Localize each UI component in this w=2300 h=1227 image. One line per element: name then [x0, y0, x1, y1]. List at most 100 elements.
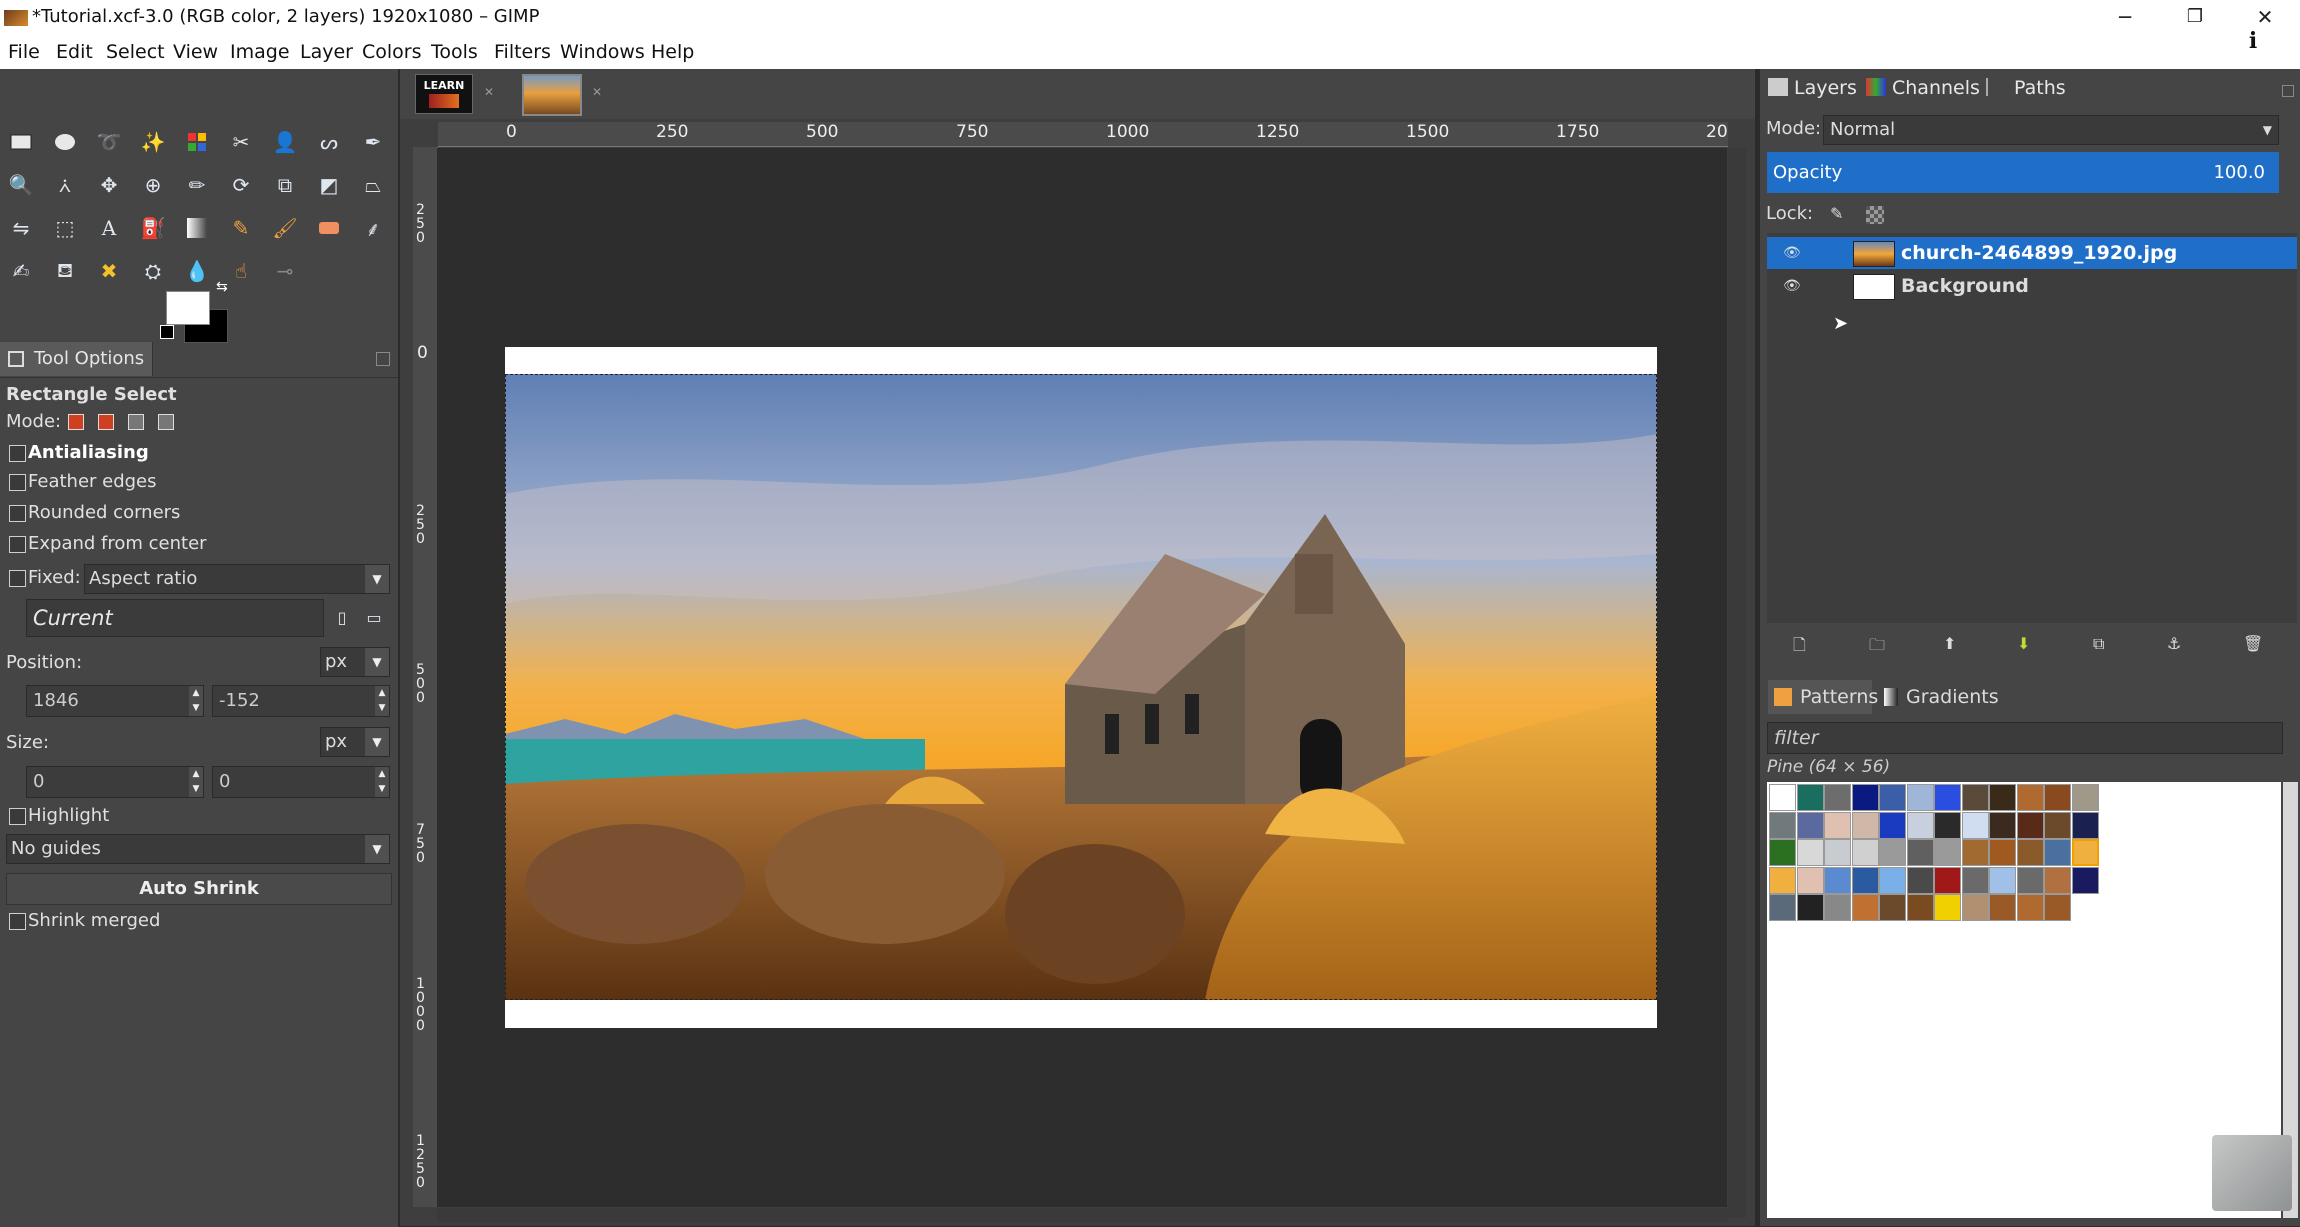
scissors-icon[interactable]: ✂	[226, 127, 256, 157]
foreground-color-swatch[interactable]	[166, 291, 210, 325]
pattern-swatch[interactable]	[1961, 839, 1989, 866]
fg-bg-colors[interactable]: ⇆	[160, 279, 250, 349]
bucket-fill-icon[interactable]: ⛽	[138, 213, 168, 243]
info-button[interactable]: i	[2237, 28, 2269, 60]
layer-row-background[interactable]: 👁 Background	[1767, 270, 2297, 302]
rect-select-icon[interactable]	[6, 127, 36, 157]
position-y-input[interactable]: -152 ▲ ▼	[212, 685, 390, 717]
restore-button[interactable]: ❐	[2160, 0, 2230, 36]
pattern-swatch[interactable]	[1824, 894, 1851, 921]
antialiasing-checkbox[interactable]	[9, 445, 26, 462]
zoom-icon[interactable]: 🔍	[6, 170, 36, 200]
pattern-swatch[interactable]	[1879, 784, 1906, 811]
menu-edit[interactable]: Edit	[56, 41, 93, 63]
pattern-swatch[interactable]	[1879, 894, 1906, 921]
flip-icon[interactable]: ⇋	[6, 213, 36, 243]
eye-icon[interactable]: 👁	[1783, 270, 1801, 302]
pattern-swatch[interactable]	[2071, 839, 2099, 866]
color-picker-icon[interactable]: ✒	[358, 127, 388, 157]
mode-intersect-icon[interactable]	[158, 414, 174, 430]
align-icon[interactable]: ⊕	[138, 170, 168, 200]
pattern-swatch[interactable]	[2044, 866, 2071, 894]
swap-colors-icon[interactable]: ⇆	[216, 279, 228, 295]
pattern-swatch[interactable]	[1769, 866, 1796, 894]
reset-colors-icon[interactable]	[160, 325, 174, 339]
menu-colors[interactable]: Colors	[362, 41, 422, 63]
pattern-swatch[interactable]	[1989, 784, 2016, 811]
tab-paths[interactable]: Paths	[1986, 77, 2066, 109]
lock-alpha-icon[interactable]	[1866, 206, 1884, 224]
pattern-swatch[interactable]	[1769, 894, 1796, 921]
pattern-swatch[interactable]	[1796, 811, 1824, 839]
pattern-swatch[interactable]	[1796, 894, 1824, 921]
pattern-swatch[interactable]	[1961, 811, 1989, 839]
fuzzy-select-icon[interactable]: ✨	[138, 127, 168, 157]
mode-add-icon[interactable]	[98, 414, 114, 430]
tab-gradients[interactable]: Gradients	[1878, 680, 1999, 714]
portrait-icon[interactable]: ▯	[328, 603, 356, 631]
highlight-checkbox[interactable]	[9, 808, 26, 825]
spin-arrows-icon[interactable]: ▲ ▼	[189, 686, 203, 716]
pattern-swatch[interactable]	[1879, 866, 1906, 894]
pattern-swatch[interactable]	[1824, 839, 1851, 866]
new-layer-icon[interactable]: 🗋	[1793, 634, 1806, 661]
pattern-swatch[interactable]	[2016, 866, 2044, 894]
pattern-swatch[interactable]	[1851, 784, 1879, 811]
minimize-button[interactable]: ─	[2090, 0, 2160, 36]
pattern-swatch[interactable]	[1769, 784, 1796, 811]
layer-row-church[interactable]: 👁 church-2464899_1920.jpg	[1767, 237, 2297, 269]
pattern-swatch[interactable]	[1906, 784, 1934, 811]
horizontal-ruler[interactable]: 0 250 500 750 1000 1250 1500 1750 20	[438, 122, 1728, 147]
rounded-corners-checkbox[interactable]	[9, 505, 26, 522]
pattern-swatch[interactable]	[1906, 866, 1934, 894]
pattern-swatch[interactable]	[1961, 866, 1989, 894]
pattern-swatch[interactable]	[1769, 839, 1796, 866]
pattern-filter-input[interactable]: filter	[1767, 722, 2283, 754]
duplicate-layer-icon[interactable]: ⧉	[2093, 634, 2104, 654]
position-x-input[interactable]: 1846 ▲ ▼	[26, 685, 204, 717]
pattern-swatch[interactable]	[1879, 839, 1906, 866]
menu-image[interactable]: Image	[230, 41, 290, 63]
fixed-mode-dropdown[interactable]: Aspect ratio ▼	[84, 564, 390, 594]
pattern-swatch[interactable]	[2071, 811, 2099, 839]
cage-transform-icon[interactable]: ⬚	[50, 213, 80, 243]
shrink-merged-checkbox[interactable]	[9, 913, 26, 930]
pattern-swatch[interactable]	[1851, 811, 1879, 839]
menu-help[interactable]: Help	[651, 41, 694, 63]
pattern-swatch[interactable]	[1934, 811, 1961, 839]
pattern-swatch[interactable]	[1851, 894, 1879, 921]
image-tab-learn[interactable]: LEARN	[415, 74, 473, 114]
pattern-swatch[interactable]	[2016, 784, 2044, 811]
tab-channels[interactable]: Channels	[1866, 77, 1980, 109]
pattern-swatch[interactable]	[2016, 839, 2044, 866]
expand-center-checkbox[interactable]	[9, 536, 26, 553]
pattern-swatch[interactable]	[1796, 866, 1824, 894]
lock-pixels-icon[interactable]: ✎	[1830, 204, 1843, 223]
fixed-checkbox[interactable]	[9, 570, 26, 587]
scale-icon[interactable]: ⧉	[270, 170, 300, 200]
pattern-swatch[interactable]	[2044, 894, 2071, 921]
panel-menu-icon[interactable]	[376, 352, 390, 366]
pattern-swatch[interactable]	[1879, 811, 1906, 839]
menu-windows[interactable]: Windows	[560, 41, 645, 63]
transform-icon[interactable]: ✏	[182, 170, 212, 200]
size-width-input[interactable]: 0 ▲ ▼	[26, 766, 204, 798]
close-tab-icon[interactable]: ✕	[484, 85, 494, 99]
measure-icon[interactable]: ⩑	[50, 170, 80, 200]
image-tab-church[interactable]	[522, 74, 582, 116]
pencil-icon[interactable]: ✎	[226, 213, 256, 243]
menu-tools[interactable]: Tools	[431, 41, 478, 63]
dodge-burn-icon[interactable]: ⊸	[270, 256, 300, 286]
church-photo-layer[interactable]	[505, 374, 1657, 1000]
close-button[interactable]: ✕	[2230, 0, 2300, 36]
menu-view[interactable]: View	[173, 41, 218, 63]
pattern-swatch[interactable]	[1824, 784, 1851, 811]
mode-replace-icon[interactable]	[68, 414, 84, 430]
clone-icon[interactable]: ⛾	[50, 256, 80, 286]
heal-icon[interactable]: ✖	[94, 256, 124, 286]
layer-mode-dropdown[interactable]: Normal ▼	[1823, 115, 2279, 145]
menu-select[interactable]: Select	[106, 41, 165, 63]
foreground-select-icon[interactable]: 👤	[270, 127, 300, 157]
pattern-swatch[interactable]	[1906, 839, 1934, 866]
anchor-layer-icon[interactable]: ⚓	[2167, 634, 2181, 653]
